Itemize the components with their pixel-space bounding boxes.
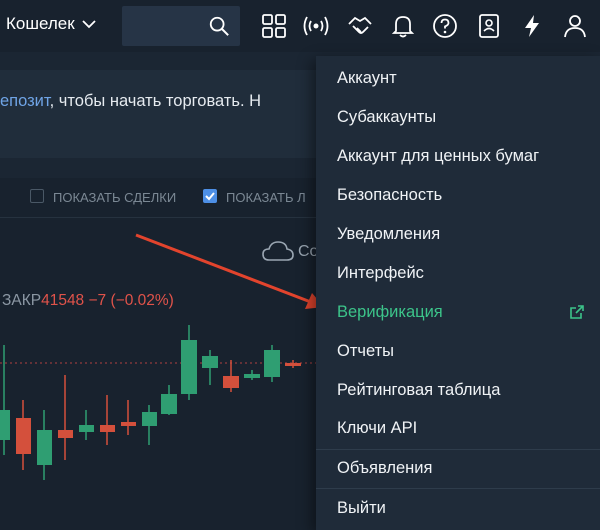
external-link-icon xyxy=(570,305,584,319)
verification-label: Верификация xyxy=(337,303,443,321)
search-input[interactable] xyxy=(122,6,240,46)
menu-item-security[interactable]: Безопасность xyxy=(316,176,600,214)
broadcast-icon[interactable] xyxy=(302,12,330,40)
deposit-banner xyxy=(0,70,330,158)
candle xyxy=(16,400,31,470)
candle xyxy=(161,385,177,415)
show-second-label: ПОКАЗАТЬ Л xyxy=(226,190,306,205)
account-dropdown-menu: Аккаунт Субаккаунты Аккаунт для ценных б… xyxy=(316,56,600,530)
candle xyxy=(142,405,157,445)
chevron-down-icon xyxy=(82,20,96,29)
deposit-link[interactable]: епозит xyxy=(0,92,50,110)
annotation-arrow xyxy=(135,233,324,309)
help-icon[interactable] xyxy=(431,12,459,40)
search-icon xyxy=(209,16,229,36)
handshake-icon[interactable] xyxy=(346,12,374,40)
candle xyxy=(37,410,52,480)
candle xyxy=(0,345,10,455)
menu-item-notifications[interactable]: Уведомления xyxy=(316,215,600,253)
bell-icon[interactable] xyxy=(389,12,417,40)
banner-message: епозит, чтобы начать торговать. Н xyxy=(0,92,261,111)
show-second-checkbox[interactable] xyxy=(203,189,217,203)
candle xyxy=(79,410,94,440)
menu-item-leaderboard[interactable]: Рейтинговая таблица xyxy=(316,371,600,409)
menu-item-api-keys[interactable]: Ключи API xyxy=(316,409,600,447)
contacts-icon[interactable] xyxy=(475,12,503,40)
grid-icon[interactable] xyxy=(260,12,288,40)
candle xyxy=(223,360,239,392)
menu-item-subaccounts[interactable]: Субаккаунты xyxy=(316,98,600,136)
menu-item-logout[interactable]: Выйти xyxy=(316,489,600,527)
menu-item-verification[interactable]: Верификация xyxy=(316,293,600,331)
check-icon xyxy=(205,192,215,201)
candlestick-chart xyxy=(0,325,330,480)
menu-item-interface[interactable]: Интерфейс xyxy=(316,254,600,292)
wallet-label: Кошелек xyxy=(6,14,75,33)
menu-item-reports[interactable]: Отчеты xyxy=(316,332,600,370)
candle xyxy=(285,360,301,368)
candle xyxy=(244,370,260,380)
menu-item-securities-account[interactable]: Аккаунт для ценных бумаг xyxy=(316,137,600,175)
wallet-menu[interactable]: Кошелек xyxy=(6,14,97,34)
lightning-icon[interactable] xyxy=(518,12,546,40)
menu-item-account[interactable]: Аккаунт xyxy=(316,59,600,97)
candle xyxy=(264,345,280,382)
show-trades-checkbox[interactable] xyxy=(30,189,44,203)
show-trades-label: ПОКАЗАТЬ СДЕЛКИ xyxy=(53,190,177,205)
candle xyxy=(100,395,115,445)
candle xyxy=(121,400,136,435)
candle xyxy=(202,350,218,385)
candle xyxy=(58,375,73,460)
menu-item-announcements[interactable]: Объявления xyxy=(316,449,600,487)
top-bar: Кошелек xyxy=(0,0,600,52)
candle xyxy=(181,325,197,400)
banner-text: , чтобы начать торговать. Н xyxy=(49,92,262,110)
user-icon[interactable] xyxy=(561,12,589,40)
